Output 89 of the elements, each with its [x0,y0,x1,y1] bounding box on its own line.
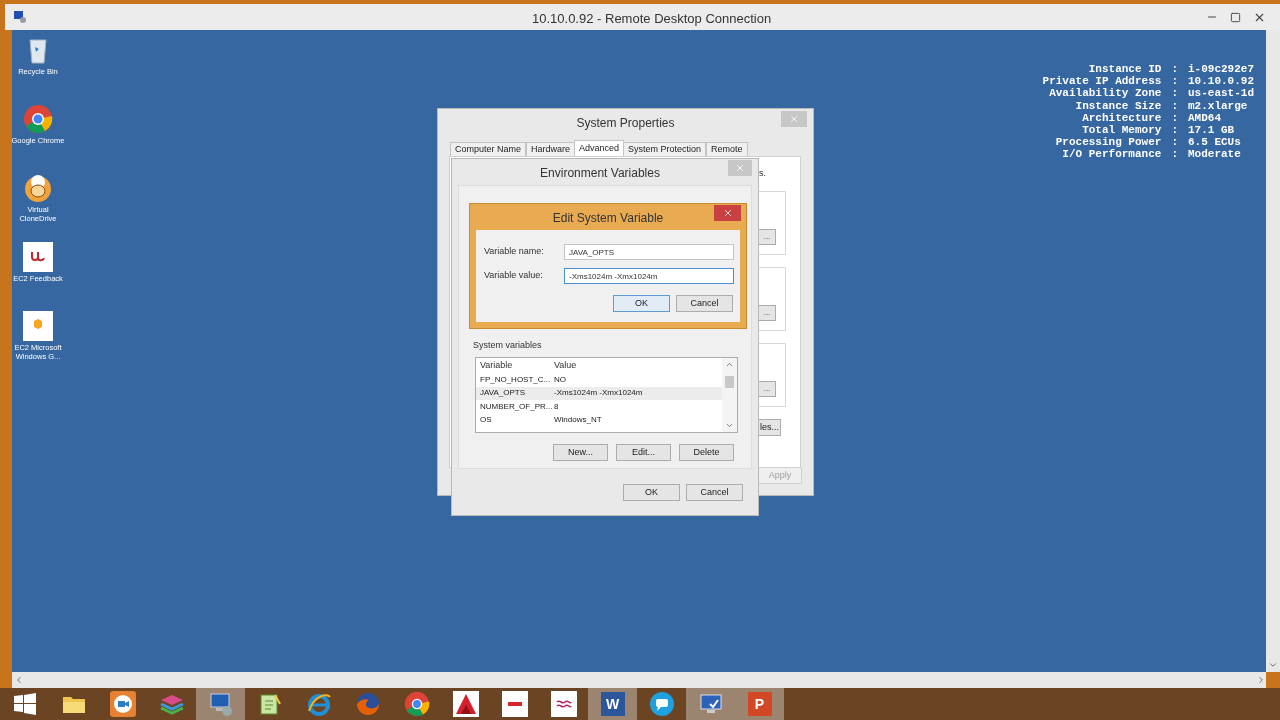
scroll-up-icon[interactable] [725,360,734,369]
list-action-button[interactable]: Edit... [616,444,671,461]
powerpoint-icon: P [747,692,772,716]
dash-logo-icon [501,691,528,717]
scroll-left-icon[interactable] [14,675,24,685]
info-label: Total Memory [1081,124,1162,137]
taskbar-button[interactable]: W [588,688,637,720]
close-button[interactable] [714,205,741,221]
info-separator: : [1171,124,1178,137]
info-separator: : [1171,99,1178,112]
info-value: 17.1 GB [1188,124,1236,137]
info-label: Instance Size [1074,99,1162,112]
scroll-down-icon[interactable] [725,421,734,430]
partial-button[interactable]: ... [759,381,776,397]
field-label: Variable value: [484,269,544,283]
chrome-icon [403,691,430,717]
text-field[interactable]: -Xms1024m -Xmx1024m [564,268,734,284]
close-icon [789,114,799,124]
maximize-icon[interactable] [1230,11,1241,23]
column-header[interactable]: Value [554,358,577,373]
info-separator: : [1171,148,1178,161]
info-label: Instance ID [1087,63,1162,76]
remote-desktop-icon [13,10,27,24]
partial-button[interactable]: ... [759,305,776,321]
dialog-button[interactable]: OK [623,484,680,501]
chrome-icon [23,104,53,134]
info-value: 10.10.0.92 [1188,75,1254,88]
list-action-button[interactable]: New... [553,444,608,461]
close-icon [722,208,733,218]
firefox-icon [354,691,381,717]
taskbar-button[interactable]: P [735,688,784,720]
feedback-icon [23,242,53,272]
info-separator: : [1171,63,1178,76]
field-label: Variable name: [484,245,545,259]
info-label: Availability Zone [1048,87,1162,100]
scroll-down-icon[interactable] [1268,660,1278,670]
dialog-button[interactable]: Cancel [676,295,733,312]
list-row[interactable]: OS Windows_NT [476,413,722,427]
close-icon [735,163,745,173]
info-label: Processing Power [1054,136,1162,149]
list-row[interactable]: FP_NO_HOST_C... NO [476,373,722,387]
chat-bubble-icon [648,691,675,717]
group-label: System variables [473,339,542,352]
list-row[interactable]: JAVA_OPTS -Xms1024m -Xmx1024m [476,386,722,400]
info-separator: : [1171,136,1178,149]
table-cell: 8 [554,400,559,413]
info-separator: : [1171,111,1178,124]
remote-desktop-icon [207,691,234,717]
list-row[interactable]: NUMBER_OF_PR... 8 [476,400,722,414]
info-separator: : [1171,87,1178,100]
info-value: us-east-1d [1188,87,1254,100]
table-cell-text: NUMBER_OF_PR... [479,400,554,413]
column-header[interactable]: Variable [476,358,554,373]
table-cell: -Xms1024m -Xmx1024m [554,387,643,400]
table-cell: Windows_NT [554,414,602,427]
package-icon [23,311,53,341]
window-title: Environment Variables [540,165,660,182]
list-action-button[interactable]: Delete [679,444,734,461]
windows-logo-icon [13,693,36,715]
sheep-icon [23,173,53,203]
text-field[interactable]: JAVA_OPTS [564,244,734,260]
info-separator: : [1171,75,1178,88]
dialog-button[interactable]: OK [613,295,670,312]
internet-explorer-icon [305,691,332,717]
window-title: Edit System Variable [552,210,664,227]
table-cell-text: JAVA_OPTS [479,387,527,400]
info-value: 6.5 ECUs [1188,136,1242,149]
word-icon: W [600,692,625,716]
table-cell-text: FP_NO_HOST_C... [479,373,552,386]
wave-logo-icon [550,691,577,717]
info-label: I/O Performance [1061,148,1162,161]
table-cell: NO [554,373,566,386]
partial-button[interactable]: ... [759,229,776,245]
info-label: Architecture [1081,111,1162,124]
info-value: AMD64 [1188,111,1222,124]
window-title: 10.10.0.92 - Remote Desktop Connection [532,10,772,28]
dialog-button[interactable]: Cancel [686,484,743,501]
info-value: i-09c292e7 [1188,63,1254,76]
info-value: m2.xlarge [1188,99,1249,112]
triangle-logo-icon [452,691,479,717]
window-title: System Properties [576,115,675,132]
video-camera-icon [109,691,136,717]
info-label: Private IP Address [1042,75,1162,88]
scroll-thumb[interactable] [725,376,734,388]
partial-text: s. [759,167,766,180]
scroll-right-icon[interactable] [1256,675,1266,685]
environment-variables-button[interactable]: les... [759,419,781,436]
table-cell-text: OS [479,414,493,427]
info-value: Moderate [1188,148,1242,161]
